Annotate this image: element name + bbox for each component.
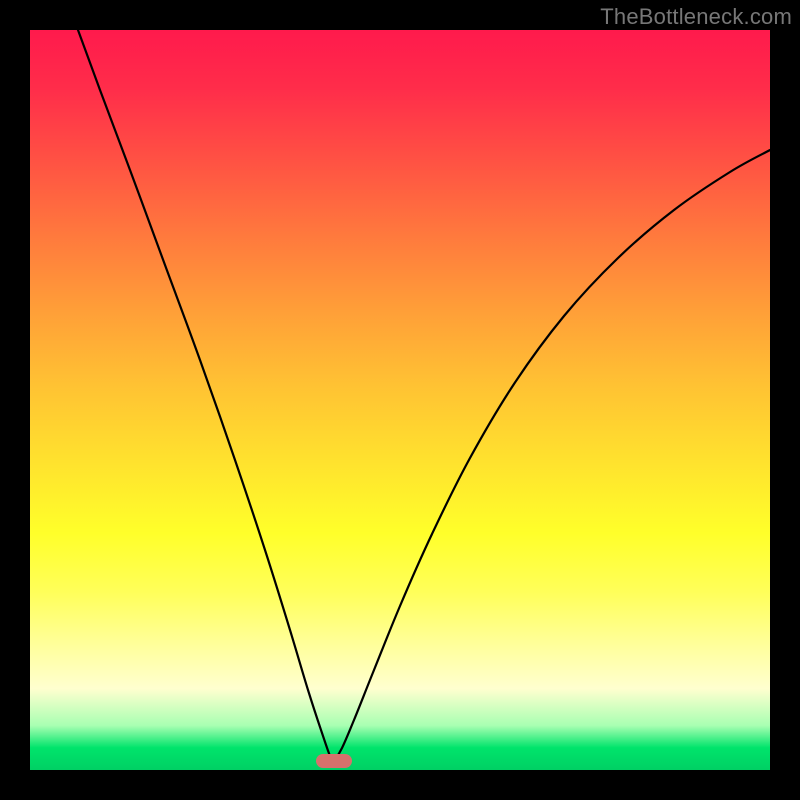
watermark-text: TheBottleneck.com [600,4,792,30]
curve-right-curve [334,150,770,761]
curve-left-curve [78,30,334,761]
chart-frame: TheBottleneck.com [0,0,800,800]
plot-area [30,30,770,770]
curves-layer [30,30,770,770]
bottleneck-marker [316,754,352,768]
